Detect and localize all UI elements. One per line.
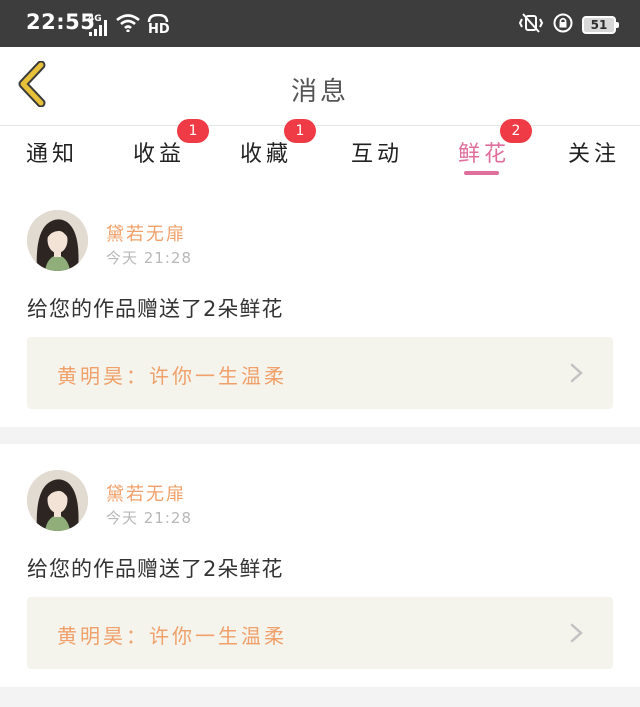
earnings-badge: 1: [177, 119, 209, 143]
vibrate-icon: [518, 13, 544, 37]
work-link[interactable]: 黄明昊：许你一生温柔: [27, 337, 613, 409]
tab-notification[interactable]: 通知: [26, 136, 78, 168]
card-divider: [0, 687, 640, 707]
message-text: 给您的作品赠送了2朵鲜花: [27, 557, 284, 581]
work-link[interactable]: 黄明昊：许你一生温柔: [27, 597, 613, 669]
avatar[interactable]: [27, 470, 88, 531]
message-time: 今天 21:28: [106, 249, 192, 267]
avatar-portrait-icon: [27, 210, 88, 271]
avatar-portrait-icon: [27, 470, 88, 531]
tab-interaction[interactable]: 互动: [351, 136, 403, 168]
hd-label: HD: [148, 22, 170, 37]
status-time: 22:55: [26, 10, 96, 34]
tab-bar: 通知 收益 收藏 互动 鲜花 关注: [0, 126, 640, 178]
tab-favorites[interactable]: 收藏: [240, 136, 292, 168]
chevron-right-icon: [570, 363, 583, 383]
header: 消息: [0, 47, 640, 126]
sender-name[interactable]: 黛若无扉: [106, 220, 186, 246]
message-time: 今天 21:28: [106, 509, 192, 527]
favorites-badge: 1: [284, 119, 316, 143]
tab-follow[interactable]: 关注: [568, 136, 620, 168]
message-text: 给您的作品赠送了2朵鲜花: [27, 297, 284, 321]
work-title: 黄明昊：许你一生温柔: [57, 364, 287, 388]
message-card: 黛若无扉 今天 21:28 给您的作品赠送了2朵鲜花 黄明昊：许你一生温柔: [0, 184, 640, 427]
work-title: 黄明昊：许你一生温柔: [57, 624, 287, 648]
status-right-icons: 51: [518, 13, 619, 37]
chevron-right-icon: [570, 623, 583, 643]
tab-earnings[interactable]: 收益: [133, 136, 185, 168]
page-title: 消息: [290, 77, 349, 107]
battery-icon: 51: [582, 16, 619, 34]
lock-rotation-icon: [553, 13, 573, 37]
status-left-icons: 4G HD: [88, 14, 170, 37]
card-divider: [0, 427, 640, 444]
active-tab-indicator: [464, 171, 499, 175]
wifi-icon: [116, 14, 140, 36]
status-bar: 22:55 4G HD 51: [0, 0, 640, 47]
flowers-badge: 2: [500, 119, 532, 143]
avatar[interactable]: [27, 210, 88, 271]
tab-flowers[interactable]: 鲜花: [458, 136, 510, 168]
hd-call-icon: HD: [146, 14, 170, 37]
message-card: 黛若无扉 今天 21:28 给您的作品赠送了2朵鲜花 黄明昊：许你一生温柔: [0, 444, 640, 687]
sender-name[interactable]: 黛若无扉: [106, 480, 186, 506]
signal-icon: 4G: [88, 14, 110, 36]
